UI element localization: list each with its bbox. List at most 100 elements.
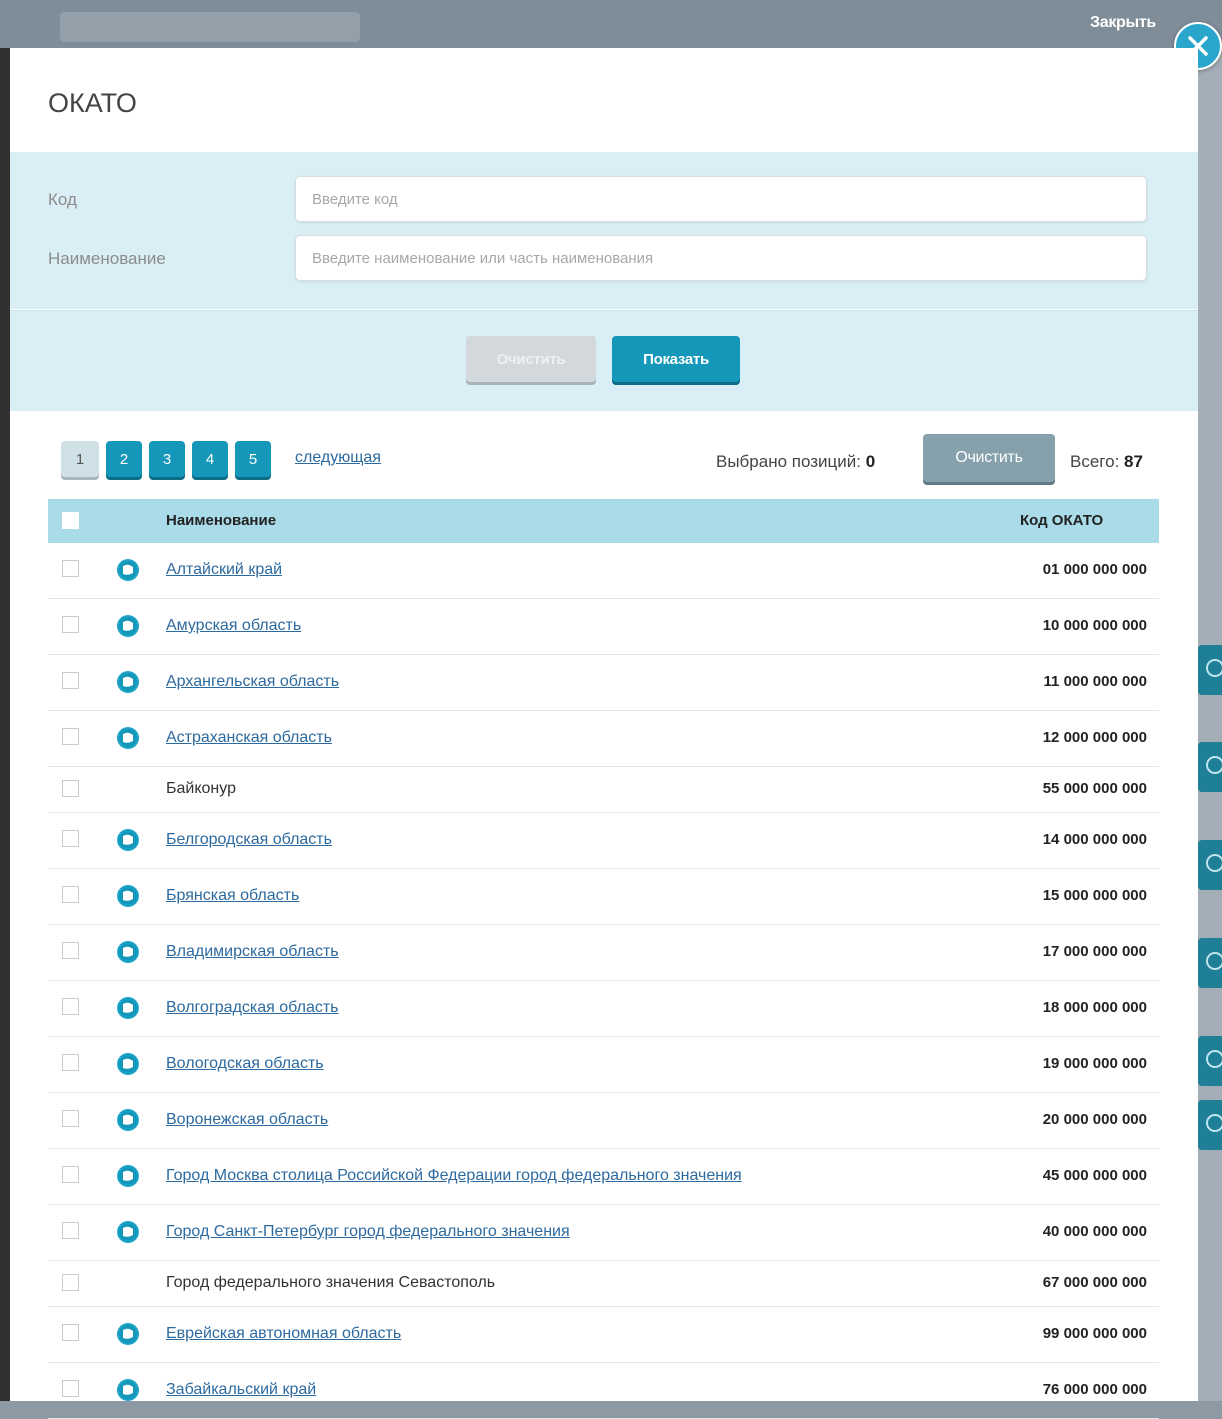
row-checkbox[interactable] (62, 886, 79, 903)
region-name-link[interactable]: Вологодская область (166, 1055, 324, 1073)
okato-code: 45 000 000 000 (1042, 1167, 1147, 1184)
region-name-link[interactable]: Алтайский край (166, 561, 282, 579)
table-row: Алтайский край 01 000 000 000 (48, 543, 1159, 599)
show-button[interactable]: Показать (612, 336, 740, 382)
table-row: Забайкальский край 76 000 000 000 (48, 1363, 1159, 1419)
clear-selection-button[interactable]: Очистить (923, 434, 1055, 482)
row-checkbox[interactable] (62, 942, 79, 959)
okato-dialog: ОКАТО Код Наименование Очистить Показать… (10, 48, 1198, 1419)
okato-code: 17 000 000 000 (1042, 943, 1147, 960)
page-button-3[interactable]: 3 (149, 441, 185, 477)
clear-filter-button[interactable]: Очистить (466, 336, 596, 382)
region-name-link[interactable]: Город Москва столица Российской Федераци… (166, 1167, 742, 1185)
backdrop-side-tab (1198, 840, 1222, 890)
row-checkbox[interactable] (62, 1324, 79, 1341)
table-row: Волгоградская область 18 000 000 000 (48, 981, 1159, 1037)
table-row: Воронежская область 20 000 000 000 (48, 1093, 1159, 1149)
region-name: Город федерального значения Севастополь (166, 1274, 496, 1291)
okato-table: Наименование Код ОКАТО Алтайский край 01 … (48, 499, 1159, 1419)
row-checkbox[interactable] (62, 1110, 79, 1127)
expand-circle-icon[interactable] (116, 1220, 140, 1244)
row-checkbox[interactable] (62, 780, 79, 797)
region-name-link[interactable]: Еврейская автономная область (166, 1325, 401, 1343)
region-name-link[interactable]: Владимирская область (166, 943, 339, 961)
row-checkbox[interactable] (62, 728, 79, 745)
expand-circle-icon[interactable] (116, 1108, 140, 1132)
table-row: Байконур 55 000 000 000 (48, 767, 1159, 813)
name-input[interactable] (295, 235, 1147, 281)
column-header-name: Наименование (166, 512, 277, 529)
okato-code: 67 000 000 000 (1042, 1274, 1147, 1291)
region-name-link[interactable]: Астраханская область (166, 729, 332, 747)
okato-code: 55 000 000 000 (1042, 780, 1147, 797)
row-checkbox[interactable] (62, 560, 79, 577)
row-checkbox[interactable] (62, 1166, 79, 1183)
selected-count: Выбрано позиций: 0 (716, 452, 875, 472)
region-name-link[interactable]: Брянская область (166, 887, 299, 905)
backdrop-side-tab (1198, 938, 1222, 988)
okato-code: 20 000 000 000 (1042, 1111, 1147, 1128)
page-button-4[interactable]: 4 (192, 441, 228, 477)
table-row: Город Санкт-Петербург город федерального… (48, 1205, 1159, 1261)
region-name-link[interactable]: Забайкальский край (166, 1381, 316, 1399)
page-button-5[interactable]: 5 (235, 441, 271, 477)
expand-circle-icon[interactable] (116, 1164, 140, 1188)
selected-label: Выбрано позиций: (716, 452, 861, 471)
filter-panel: Код Наименование (10, 152, 1198, 309)
dialog-title: ОКАТО (48, 88, 137, 118)
table-row: Владимирская область 17 000 000 000 (48, 925, 1159, 981)
expand-circle-icon[interactable] (116, 940, 140, 964)
okato-code: 14 000 000 000 (1042, 831, 1147, 848)
okato-code: 76 000 000 000 (1042, 1381, 1147, 1398)
table-row: Город федерального значения Севастополь 6… (48, 1261, 1159, 1307)
okato-code: 01 000 000 000 (1042, 561, 1147, 578)
okato-code: 40 000 000 000 (1042, 1223, 1147, 1240)
table-row: Вологодская область 19 000 000 000 (48, 1037, 1159, 1093)
select-all-checkbox[interactable] (62, 512, 79, 529)
row-checkbox[interactable] (62, 1054, 79, 1071)
region-name-link[interactable]: Архангельская область (166, 673, 339, 691)
backdrop-side-tab (1198, 1100, 1222, 1150)
region-name-link[interactable]: Воронежская область (166, 1111, 328, 1129)
total-count: Всего: 87 (1070, 452, 1143, 472)
okato-code: 99 000 000 000 (1042, 1325, 1147, 1342)
column-header-code: Код ОКАТО (1020, 512, 1104, 529)
region-name-link[interactable]: Город Санкт-Петербург город федерального… (166, 1223, 570, 1241)
region-name-link[interactable]: Белгородская область (166, 831, 332, 849)
expand-circle-icon[interactable] (116, 1378, 140, 1402)
row-checkbox[interactable] (62, 1274, 79, 1291)
expand-circle-icon[interactable] (116, 1322, 140, 1346)
total-value: 87 (1124, 452, 1143, 471)
row-checkbox[interactable] (62, 998, 79, 1015)
table-row: Астраханская область 12 000 000 000 (48, 711, 1159, 767)
table-row: Город Москва столица Российской Федераци… (48, 1149, 1159, 1205)
expand-circle-icon[interactable] (116, 1052, 140, 1076)
okato-code: 15 000 000 000 (1042, 887, 1147, 904)
row-checkbox[interactable] (62, 672, 79, 689)
region-name-link[interactable]: Амурская область (166, 617, 301, 635)
page-button-1[interactable]: 1 (61, 441, 99, 477)
backdrop-left-edge (0, 48, 10, 1401)
row-checkbox[interactable] (62, 1222, 79, 1239)
region-name-link[interactable]: Волгоградская область (166, 999, 339, 1017)
row-checkbox[interactable] (62, 616, 79, 633)
expand-circle-icon[interactable] (116, 670, 140, 694)
next-page-link[interactable]: следующая (295, 449, 381, 467)
expand-circle-icon[interactable] (116, 884, 140, 908)
expand-circle-icon[interactable] (116, 828, 140, 852)
expand-circle-icon[interactable] (116, 726, 140, 750)
okato-code: 10 000 000 000 (1042, 617, 1147, 634)
close-label[interactable]: Закрыть (1090, 14, 1156, 32)
page-button-2[interactable]: 2 (106, 441, 142, 477)
code-input[interactable] (295, 176, 1147, 222)
expand-circle-icon[interactable] (116, 614, 140, 638)
row-checkbox[interactable] (62, 1380, 79, 1397)
expand-circle-icon[interactable] (116, 996, 140, 1020)
table-row: Архангельская область 11 000 000 000 (48, 655, 1159, 711)
table-row: Еврейская автономная область 99 000 000 0… (48, 1307, 1159, 1363)
row-checkbox[interactable] (62, 830, 79, 847)
okato-code: 12 000 000 000 (1042, 729, 1147, 746)
okato-code: 18 000 000 000 (1042, 999, 1147, 1016)
backdrop-side-tab (1198, 742, 1222, 792)
expand-circle-icon[interactable] (116, 558, 140, 582)
